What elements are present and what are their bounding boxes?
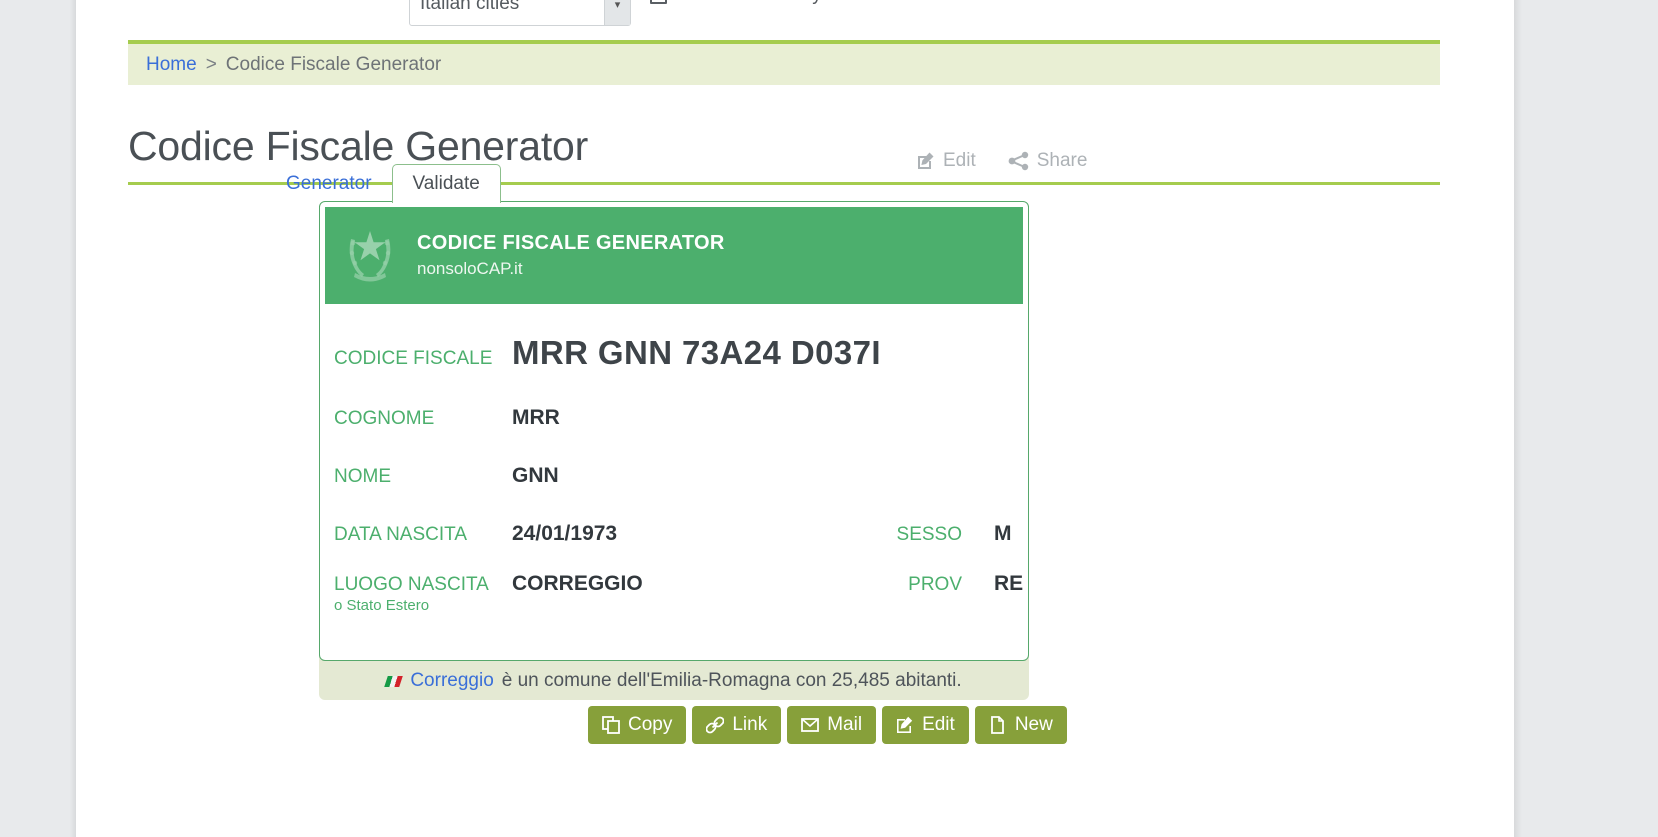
share-page-label: Share xyxy=(1036,150,1088,171)
row-codice-fiscale: CODICE FISCALE MRR GNN 73A24 D037I xyxy=(320,334,1028,372)
page-root: Italian cities ▾ whole words only Home >… xyxy=(0,0,1658,837)
tab-generator[interactable]: Generator xyxy=(266,165,392,203)
whole-words-only-label: whole words only xyxy=(676,0,822,6)
pencil-icon xyxy=(897,716,913,733)
copy-button-label: Copy xyxy=(628,714,673,735)
italian-republic-emblem-icon xyxy=(349,230,391,281)
codice-fiscale-label: CODICE FISCALE xyxy=(334,348,493,369)
row-cognome: COGNOME MRR xyxy=(320,406,1028,430)
nome-value: GNN xyxy=(512,464,559,487)
prov-label: PROV xyxy=(908,574,962,595)
italian-flag-icon xyxy=(384,675,404,687)
luogo-nascita-label: LUOGO NASCITA o Stato Estero xyxy=(334,574,512,616)
mail-button-label: Mail xyxy=(827,714,863,735)
sesso-value: M xyxy=(994,522,1012,545)
new-button[interactable]: New xyxy=(974,706,1067,744)
copy-button[interactable]: Copy xyxy=(588,706,687,744)
content-sheet: Italian cities ▾ whole words only Home >… xyxy=(76,0,1514,837)
breadcrumb-current: Codice Fiscale Generator xyxy=(225,53,442,75)
pencil-square-icon xyxy=(918,152,934,169)
card-subtitle: nonsoloCAP.it xyxy=(417,259,523,278)
mail-button[interactable]: Mail xyxy=(787,706,877,744)
share-page-link[interactable]: Share xyxy=(1008,150,1088,172)
edit-button[interactable]: Edit xyxy=(882,706,969,744)
edit-page-link[interactable]: Edit xyxy=(916,150,976,172)
envelope-icon xyxy=(801,718,820,732)
row-nome: NOME GNN xyxy=(320,464,1028,488)
data-nascita-value: 24/01/1973 xyxy=(512,522,618,545)
tab-bar: Generator Validate xyxy=(266,163,501,203)
breadcrumb: Home > Codice Fiscale Generator xyxy=(128,54,441,76)
file-icon xyxy=(990,716,1004,734)
share-icon xyxy=(1008,151,1028,171)
codice-fiscale-card: CODICE FISCALE GENERATOR nonsoloCAP.it C… xyxy=(319,201,1029,661)
luogo-nascita-value: CORREGGIO xyxy=(512,572,643,595)
breadcrumb-separator: > xyxy=(205,53,217,75)
row-luogo-nascita: LUOGO NASCITA o Stato Estero CORREGGIO P… xyxy=(320,572,1028,616)
nome-label: NOME xyxy=(334,466,391,487)
sesso-label: SESSO xyxy=(896,524,962,545)
data-nascita-label: DATA NASCITA xyxy=(334,524,468,545)
link-icon xyxy=(706,716,725,734)
codice-fiscale-value: MRR GNN 73A24 D037I xyxy=(512,334,881,371)
chevron-down-icon: ▾ xyxy=(604,0,630,25)
tab-validate[interactable]: Validate xyxy=(391,164,501,203)
luogo-nascita-label-text: LUOGO NASCITA xyxy=(334,574,489,595)
row-data-nascita: DATA NASCITA 24/01/1973 SESSO M xyxy=(320,522,1028,546)
cognome-label: COGNOME xyxy=(334,408,435,429)
action-button-bar: Copy Link Mail Edit New xyxy=(588,706,1067,744)
city-select-value: Italian cities xyxy=(420,0,520,14)
luogo-nascita-sublabel: o Stato Estero xyxy=(334,597,430,614)
edit-button-label: Edit xyxy=(922,714,955,735)
breadcrumb-bar: Home > Codice Fiscale Generator xyxy=(128,40,1440,85)
link-button-label: Link xyxy=(732,714,768,735)
meta-actions: Edit Share xyxy=(916,150,1087,172)
cognome-value: MRR xyxy=(512,406,560,429)
top-controls-bar: Italian cities ▾ whole words only xyxy=(76,0,1514,30)
card-header: CODICE FISCALE GENERATOR nonsoloCAP.it xyxy=(325,207,1023,304)
breadcrumb-home-link[interactable]: Home xyxy=(146,54,197,76)
prov-value: RE xyxy=(994,572,1024,595)
card-title: CODICE FISCALE GENERATOR xyxy=(417,232,725,254)
whole-words-only-checkbox[interactable]: whole words only xyxy=(650,0,822,6)
clipboard-icon xyxy=(602,716,620,734)
comune-link[interactable]: Correggio xyxy=(410,670,493,692)
new-button-label: New xyxy=(1014,714,1053,735)
card-body: CODICE FISCALE MRR GNN 73A24 D037I COGNO… xyxy=(320,304,1028,660)
checkbox-box-icon xyxy=(650,0,667,4)
card-header-text: CODICE FISCALE GENERATOR nonsoloCAP.it xyxy=(417,232,725,279)
link-button[interactable]: Link xyxy=(692,706,782,744)
comune-note-text: è un comune dell'Emilia-Romagna con 25,4… xyxy=(501,670,962,691)
city-select[interactable]: Italian cities ▾ xyxy=(409,0,631,26)
edit-page-label: Edit xyxy=(943,150,976,171)
sheet-shadow-right xyxy=(1514,0,1522,837)
